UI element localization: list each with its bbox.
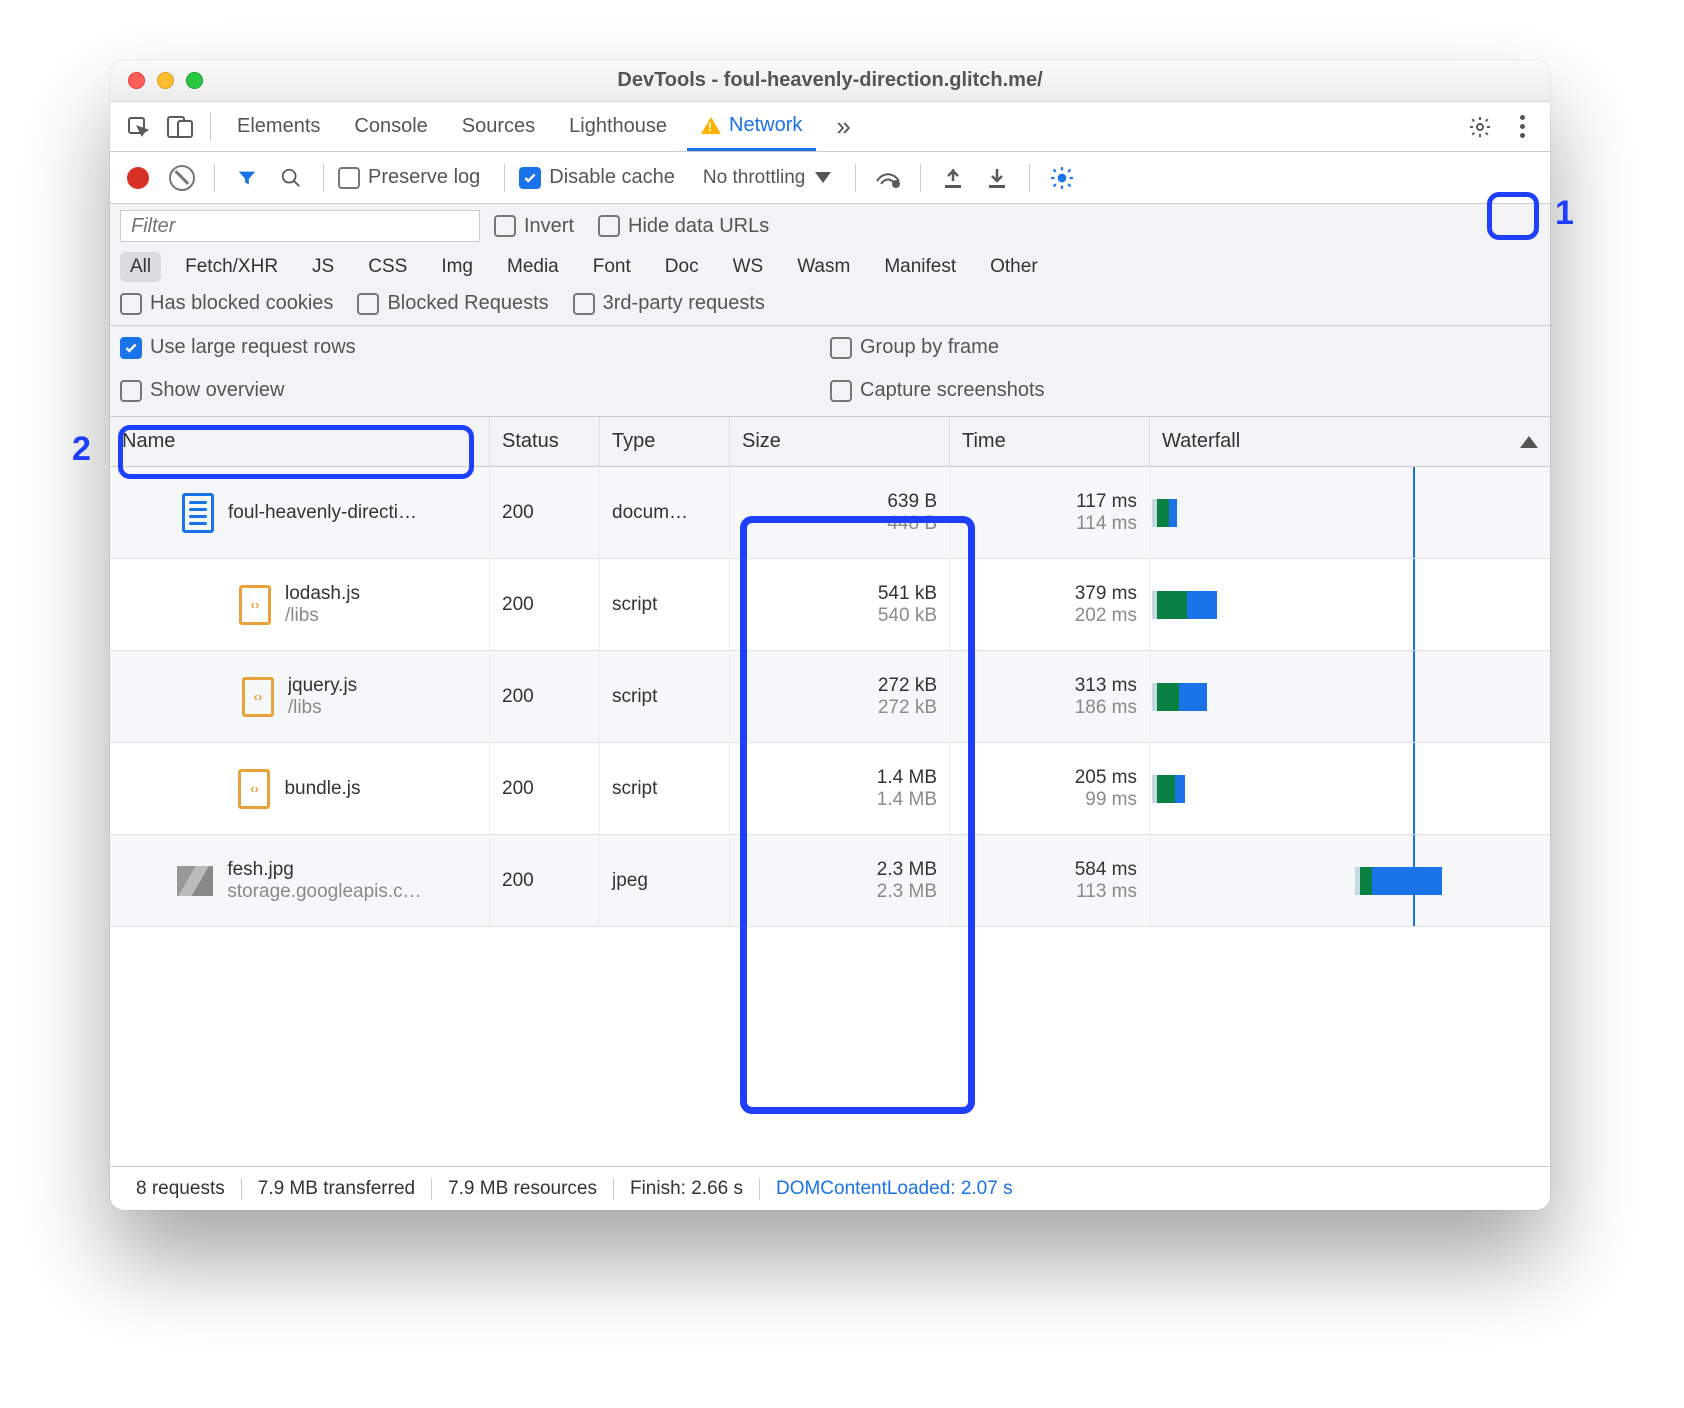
network-conditions-icon[interactable]	[870, 160, 906, 196]
device-toolbar-icon[interactable]	[162, 109, 198, 145]
filter-type-ws[interactable]: WS	[723, 252, 774, 282]
col-status[interactable]: Status	[490, 417, 600, 466]
col-time[interactable]: Time	[950, 417, 1150, 466]
zoom-window-button[interactable]	[186, 72, 203, 89]
tab-console[interactable]: Console	[340, 102, 441, 151]
show-overview-checkbox[interactable]: Show overview	[120, 379, 820, 402]
import-har-icon[interactable]	[935, 160, 971, 196]
invert-checkbox[interactable]: Invert	[494, 215, 574, 238]
chevron-down-icon	[815, 172, 831, 183]
clear-button[interactable]	[164, 160, 200, 196]
filter-type-all[interactable]: All	[120, 252, 161, 282]
inspect-element-icon[interactable]	[120, 109, 156, 145]
status-bar: 8 requests 7.9 MB transferred 7.9 MB res…	[110, 1166, 1550, 1210]
search-icon[interactable]	[273, 160, 309, 196]
status-transferred: 7.9 MB transferred	[242, 1178, 432, 1200]
document-icon	[182, 493, 214, 533]
table-row[interactable]: fesh.jpgstorage.googleapis.c…200jpeg2.3 …	[110, 835, 1550, 927]
filter-icon[interactable]	[229, 160, 265, 196]
filter-bar: Invert Hide data URLs All Fetch/XHR JS CSS I…	[110, 204, 1550, 326]
status-dcl: DOMContentLoaded: 2.07 s	[760, 1178, 1029, 1200]
script-icon: ‹›	[239, 585, 271, 625]
devtools-window: DevTools - foul-heavenly-direction.glitc…	[110, 60, 1550, 1210]
filter-type-img[interactable]: Img	[431, 252, 483, 282]
network-toolbar: Preserve log Disable cache No throttling	[110, 152, 1550, 204]
tab-sources[interactable]: Sources	[448, 102, 549, 151]
filter-type-js[interactable]: JS	[302, 252, 344, 282]
window-controls	[128, 72, 203, 89]
table-row[interactable]: foul-heavenly-directi…200docum…639 B448 …	[110, 467, 1550, 559]
script-icon: ‹›	[242, 677, 274, 717]
titlebar: DevTools - foul-heavenly-direction.glitc…	[110, 60, 1550, 102]
kebab-menu-icon[interactable]	[1504, 109, 1540, 145]
filter-type-fetchxhr[interactable]: Fetch/XHR	[175, 252, 288, 282]
filter-type-media[interactable]: Media	[497, 252, 569, 282]
group-by-frame-checkbox[interactable]: Group by frame	[830, 336, 1530, 359]
minimize-window-button[interactable]	[157, 72, 174, 89]
panel-tabs: ElementsConsoleSourcesLighthouseNetwork …	[110, 102, 1550, 152]
record-button[interactable]	[120, 160, 156, 196]
filter-type-doc[interactable]: Doc	[655, 252, 709, 282]
has-blocked-cookies-checkbox[interactable]: Has blocked cookies	[120, 292, 333, 315]
separator	[210, 113, 211, 141]
status-resources: 7.9 MB resources	[432, 1178, 614, 1200]
network-settings-icon[interactable]	[1044, 160, 1080, 196]
warning-icon	[701, 117, 721, 134]
annotation-1-label: 1	[1555, 194, 1574, 233]
col-name[interactable]: Name	[110, 417, 490, 466]
script-icon: ‹›	[238, 769, 270, 809]
preserve-log-checkbox[interactable]: Preserve log	[338, 166, 480, 189]
table-row[interactable]: ‹›lodash.js/libs200script541 kB540 kB379…	[110, 559, 1550, 651]
third-party-requests-checkbox[interactable]: 3rd-party requests	[573, 292, 765, 315]
filter-type-wasm[interactable]: Wasm	[787, 252, 860, 282]
window-title: DevTools - foul-heavenly-direction.glitc…	[110, 69, 1550, 92]
use-large-request-rows-checkbox[interactable]: Use large request rows	[120, 336, 820, 359]
more-tabs-button[interactable]: »	[822, 102, 864, 151]
hide-data-urls-checkbox[interactable]: Hide data URLs	[598, 215, 769, 238]
col-type[interactable]: Type	[600, 417, 730, 466]
resource-type-filters: All Fetch/XHR JS CSS Img Media Font Doc WS Wasm Ma…	[120, 252, 1540, 282]
throttling-select[interactable]: No throttling	[693, 167, 841, 189]
col-waterfall[interactable]: Waterfall	[1150, 417, 1550, 466]
filter-type-manifest[interactable]: Manifest	[874, 252, 966, 282]
requests-table: Name Status Type Size Time Waterfall fou…	[110, 417, 1550, 1166]
filter-type-other[interactable]: Other	[980, 252, 1048, 282]
status-finish: Finish: 2.66 s	[614, 1178, 760, 1200]
blocked-requests-checkbox[interactable]: Blocked Requests	[357, 292, 548, 315]
filter-input[interactable]	[120, 210, 480, 242]
sort-asc-icon	[1520, 436, 1538, 448]
tab-elements[interactable]: Elements	[223, 102, 334, 151]
settings-icon[interactable]	[1462, 109, 1498, 145]
annotation-2-label: 2	[72, 430, 91, 469]
table-row[interactable]: ‹›bundle.js200script1.4 MB1.4 MB205 ms99…	[110, 743, 1550, 835]
network-settings-area: Use large request rows Group by frame Sh…	[110, 326, 1550, 417]
capture-screenshots-checkbox[interactable]: Capture screenshots	[830, 379, 1530, 402]
table-row[interactable]: ‹›jquery.js/libs200script272 kB272 kB313…	[110, 651, 1550, 743]
col-size[interactable]: Size	[730, 417, 950, 466]
tab-network[interactable]: Network	[687, 102, 816, 151]
close-window-button[interactable]	[128, 72, 145, 89]
tab-lighthouse[interactable]: Lighthouse	[555, 102, 681, 151]
table-header: Name Status Type Size Time Waterfall	[110, 417, 1550, 467]
export-har-icon[interactable]	[979, 160, 1015, 196]
filter-type-css[interactable]: CSS	[358, 252, 417, 282]
filter-type-font[interactable]: Font	[583, 252, 641, 282]
image-thumb-icon	[177, 866, 213, 896]
disable-cache-checkbox[interactable]: Disable cache	[519, 166, 675, 189]
status-requests: 8 requests	[120, 1178, 242, 1200]
